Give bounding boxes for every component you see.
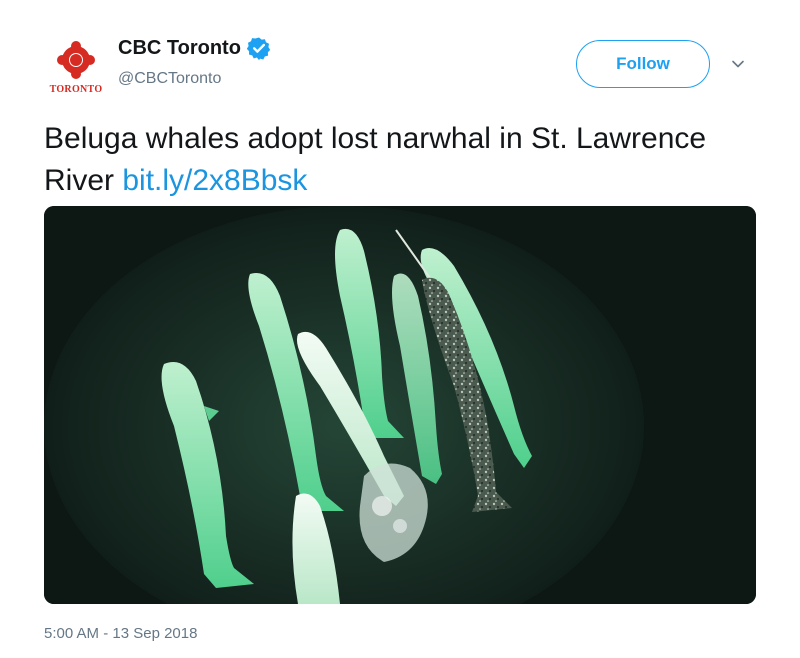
account-handle[interactable]: @CBCToronto xyxy=(118,70,221,88)
tweet-link[interactable]: bit.ly/2x8Bbsk xyxy=(122,164,307,197)
display-name[interactable]: CBC Toronto xyxy=(118,37,241,60)
beluga-narwhal-photo xyxy=(44,206,756,604)
name-row: CBC Toronto xyxy=(118,36,271,60)
tweet-photo[interactable] xyxy=(44,206,756,604)
tweet-timestamp[interactable]: 5:00 AM - 13 Sep 2018 xyxy=(44,625,197,642)
chevron-down-icon[interactable] xyxy=(730,56,746,72)
cbc-gem-icon xyxy=(57,41,95,79)
tweet-header: TORONTO CBC Toronto @CBCToronto Follow xyxy=(0,0,800,110)
verified-badge-icon xyxy=(246,37,271,60)
follow-button[interactable]: Follow xyxy=(576,40,710,88)
logo-label: TORONTO xyxy=(49,84,103,95)
cbc-logo[interactable]: TORONTO xyxy=(44,38,108,102)
tweet-text: Beluga whales adopt lost narwhal in St. … xyxy=(44,118,744,202)
